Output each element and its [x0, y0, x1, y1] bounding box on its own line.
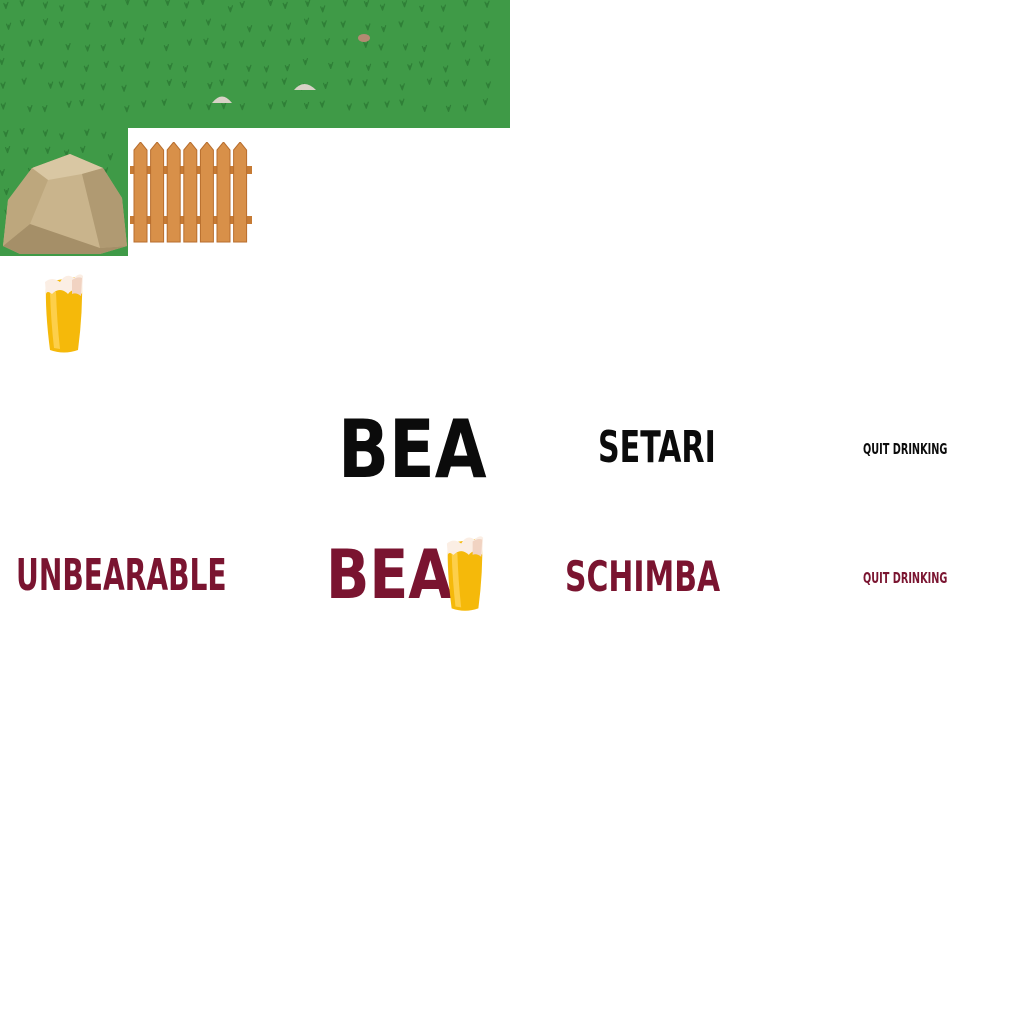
fence-picket [233, 142, 248, 243]
quit-button-maroon[interactable]: QUIT DRINKING [863, 571, 947, 586]
wooden-fence [130, 142, 252, 243]
fence-picket [199, 142, 214, 243]
grass-tile [0, 0, 510, 128]
fence-picket [133, 142, 148, 243]
fence-picket [166, 142, 181, 243]
title-logo-maroon: BEA [326, 536, 453, 615]
quit-button[interactable]: QUIT DRINKING [863, 442, 947, 457]
beer-glass [446, 536, 484, 611]
rock-tile [0, 128, 128, 256]
fence-picket [216, 142, 231, 243]
settings-button[interactable]: SETARI [598, 426, 716, 470]
fence-picket [150, 142, 165, 243]
change-button[interactable]: SCHIMBA [565, 556, 720, 598]
unbearable-logo: UNBEARABLE [16, 550, 227, 601]
title-logo: BEA [338, 403, 487, 496]
fence-picket [183, 142, 198, 243]
beer-glass [45, 274, 83, 353]
